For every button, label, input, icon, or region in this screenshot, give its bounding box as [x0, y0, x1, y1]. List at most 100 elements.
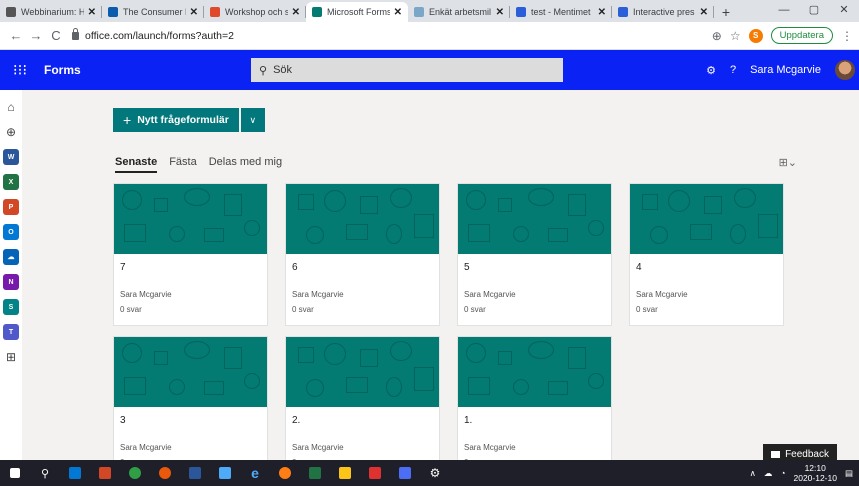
notifications-icon[interactable]: ▤: [845, 468, 853, 479]
close-tab-icon[interactable]: ✕: [88, 7, 96, 18]
favicon-icon: [312, 7, 322, 17]
banner-pattern-shape: [588, 373, 604, 389]
all-apps-icon[interactable]: ⊞: [3, 349, 19, 365]
form-card[interactable]: 2.Sara Mcgarvie0 svar: [285, 336, 440, 460]
browser-tab[interactable]: Microsoft Forms ✕: [306, 2, 408, 22]
clock[interactable]: 12:10 2020-12-10: [793, 463, 836, 483]
close-tab-icon[interactable]: ✕: [292, 7, 300, 18]
form-card[interactable]: 5 Sara Mcgarvie 0 svar: [457, 183, 612, 326]
edge-taskbar-icon[interactable]: e: [240, 460, 270, 486]
close-tab-icon[interactable]: ✕: [394, 7, 402, 18]
create-icon[interactable]: ⊕: [3, 124, 19, 140]
outlook-taskbar-icon[interactable]: [60, 460, 90, 486]
form-card[interactable]: 3Sara Mcgarvie0 svar: [113, 336, 268, 460]
banner-pattern-shape: [298, 194, 314, 210]
teams-taskbar-icon[interactable]: [390, 460, 420, 486]
kebab-menu-icon[interactable]: ⋮: [841, 29, 853, 43]
teams-icon[interactable]: T: [3, 324, 19, 340]
form-card[interactable]: 6 Sara Mcgarvie 0 svar: [285, 183, 440, 326]
firefox-taskbar-icon[interactable]: [270, 460, 300, 486]
windows-start-icon[interactable]: [0, 460, 30, 486]
excel-taskbar-icon[interactable]: [300, 460, 330, 486]
reload-icon[interactable]: C: [46, 28, 66, 43]
app-rail: ⌂ ⊕ W X P O ☁ N S T ⊞: [0, 90, 22, 460]
network-icon[interactable]: ◔: [780, 468, 785, 478]
search-placeholder: Sök: [273, 64, 293, 76]
close-tab-icon[interactable]: ✕: [496, 7, 504, 18]
feedback-icon: [771, 450, 781, 458]
form-card[interactable]: 7 Sara Mcgarvie 0 svar: [113, 183, 268, 326]
acrobat-taskbar-icon[interactable]: [360, 460, 390, 486]
maximize-button[interactable]: ▢: [799, 0, 829, 20]
profile-avatar[interactable]: S: [748, 28, 763, 43]
outlook-icon[interactable]: O: [3, 224, 19, 240]
update-button[interactable]: Uppdatera: [770, 27, 833, 44]
browser-tab-strip: Webbinarium: H ✕ The Consumer F ✕ Workshop o…: [0, 0, 859, 22]
tab-recent[interactable]: Senaste: [115, 156, 158, 173]
form-title: 6: [292, 262, 298, 273]
tab-shared[interactable]: Delas med mig: [209, 156, 282, 173]
browser-tab[interactable]: Workshop och s ✕: [204, 2, 306, 22]
app-name[interactable]: Forms: [44, 63, 81, 77]
browser-tab[interactable]: Enkät arbetsmil ✕: [408, 2, 510, 22]
new-form-dropdown[interactable]: ∨: [240, 108, 265, 132]
close-tab-icon[interactable]: ✕: [598, 7, 606, 18]
notes-taskbar-icon[interactable]: [330, 460, 360, 486]
files-taskbar-icon[interactable]: [210, 460, 240, 486]
view-toggle-icon[interactable]: ⊞⌄: [779, 156, 797, 169]
browser-tab[interactable]: The Consumer F ✕: [102, 2, 204, 22]
excel-icon[interactable]: X: [3, 174, 19, 190]
minimize-button[interactable]: —: [769, 0, 799, 20]
form-card-banner: [458, 184, 611, 254]
address-bar: ← → C office.com/launch/forms?auth=2 ⊕ ☆…: [0, 22, 859, 50]
new-form-button[interactable]: + Nytt frågeformulär: [113, 108, 239, 132]
powerpoint-icon[interactable]: P: [3, 199, 19, 215]
word-taskbar-icon[interactable]: [180, 460, 210, 486]
opera-taskbar-icon[interactable]: [150, 460, 180, 486]
onenote-icon[interactable]: N: [3, 274, 19, 290]
tab-pinned[interactable]: Fästa: [169, 156, 197, 173]
banner-pattern-shape: [528, 188, 554, 206]
form-title: 5: [464, 262, 470, 273]
browser-tab[interactable]: Webbinarium: H ✕: [0, 2, 102, 22]
browser-tab[interactable]: test - Mentimet ✕: [510, 2, 612, 22]
url-text: office.com/launch/forms?auth=2: [85, 29, 234, 42]
search-icon[interactable]: ⚲: [30, 460, 60, 486]
banner-pattern-shape: [528, 341, 554, 359]
sharepoint-icon[interactable]: S: [3, 299, 19, 315]
browser-tab-title: Workshop och s: [225, 7, 288, 17]
search-input[interactable]: ⚲ Sök: [251, 58, 563, 82]
bookmark-star-icon[interactable]: ☆: [730, 29, 741, 43]
settings-taskbar-icon[interactable]: ⚙: [420, 460, 450, 486]
close-tab-icon[interactable]: ✕: [190, 7, 198, 18]
banner-pattern-shape: [298, 347, 314, 363]
new-tab-button[interactable]: +: [714, 2, 738, 22]
app-launcher-icon[interactable]: ⁝⁝⁝: [0, 61, 40, 79]
close-window-button[interactable]: ✕: [829, 0, 859, 20]
chrome-taskbar-icon[interactable]: [120, 460, 150, 486]
browser-tab[interactable]: Interactive pres ✕: [612, 2, 714, 22]
banner-pattern-shape: [468, 224, 490, 242]
form-card[interactable]: 1.Sara Mcgarvie0 svar: [457, 336, 612, 460]
url-field[interactable]: office.com/launch/forms?auth=2: [72, 27, 712, 42]
forward-icon[interactable]: →: [26, 28, 46, 43]
onedrive-icon[interactable]: ☁: [3, 249, 19, 265]
avatar[interactable]: [835, 60, 855, 80]
home-icon[interactable]: ⌂: [3, 99, 19, 115]
form-card[interactable]: 4 Sara Mcgarvie 0 svar: [629, 183, 784, 326]
favicon-icon: [618, 7, 628, 17]
form-card-banner: [630, 184, 783, 254]
word-icon[interactable]: W: [3, 149, 19, 165]
close-tab-icon[interactable]: ✕: [700, 7, 708, 18]
banner-pattern-shape: [360, 196, 378, 214]
favicon-icon: [6, 7, 16, 17]
user-name[interactable]: Sara Mcgarvie: [750, 64, 821, 76]
powerpoint-taskbar-icon[interactable]: [90, 460, 120, 486]
help-icon[interactable]: ?: [730, 64, 736, 76]
add-site-icon[interactable]: ⊕: [712, 29, 722, 43]
settings-gear-icon[interactable]: ⚙: [706, 64, 716, 77]
tray-chevron-icon[interactable]: ∧: [750, 468, 756, 479]
back-icon[interactable]: ←: [6, 28, 26, 43]
onedrive-tray-icon[interactable]: ☁: [764, 468, 773, 479]
feedback-button[interactable]: Feedback: [763, 444, 837, 460]
